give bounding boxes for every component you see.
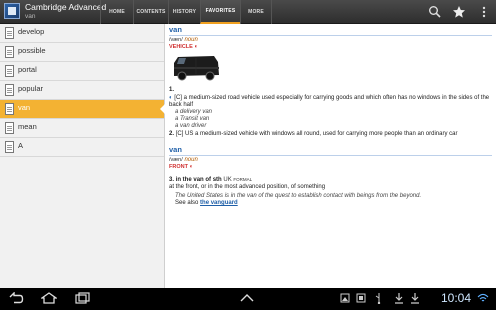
list-item-label: possible	[18, 46, 46, 55]
list-item-mean[interactable]: mean	[0, 119, 164, 138]
home-icon[interactable]	[41, 292, 57, 304]
example: a delivery van	[175, 109, 213, 115]
pronunciation: /væn/	[169, 37, 183, 43]
van-image	[174, 56, 219, 81]
headword: van	[169, 25, 182, 34]
menu-icon[interactable]	[236, 292, 258, 304]
list-item-develop[interactable]: develop	[0, 24, 164, 43]
usb-icon[interactable]	[374, 292, 384, 304]
list-item-label: popular	[18, 84, 44, 93]
list-item-van[interactable]: van	[0, 100, 165, 119]
current-word-subtitle: van	[25, 13, 36, 20]
tab-favorites[interactable]: FAVORITES	[200, 0, 240, 24]
see-also-label: See also	[175, 200, 199, 206]
back-icon[interactable]	[8, 292, 24, 304]
document-icon	[5, 65, 14, 77]
download-icon[interactable]	[394, 292, 404, 304]
wifi-icon[interactable]	[477, 292, 489, 304]
sound-icon[interactable]: ◐	[190, 164, 194, 170]
app-title: Cambridge Advanced	[25, 2, 107, 12]
document-icon	[5, 122, 14, 134]
sense-number: 3.	[169, 177, 175, 183]
list-item-a[interactable]: A	[0, 138, 164, 157]
sense-number: 1.	[169, 87, 175, 93]
pronunciation: /væn/	[169, 157, 183, 163]
list-item-label: mean	[18, 122, 37, 131]
search-icon[interactable]	[428, 5, 442, 19]
part-of-speech: noun	[184, 37, 198, 43]
sound-icon[interactable]: ◐	[195, 44, 199, 50]
definition-text: at the front, or in the most advanced po…	[169, 184, 326, 190]
app-logo-icon[interactable]	[4, 3, 20, 19]
gallery-notification-icon[interactable]	[340, 292, 350, 304]
document-icon	[5, 27, 14, 39]
tab-history[interactable]: HISTORY	[168, 0, 200, 24]
word-list: develop possible portal popular van mean…	[0, 24, 165, 288]
document-icon	[5, 84, 14, 96]
see-also-link[interactable]: the vanguard	[200, 200, 238, 206]
entry-content: van /væn/ noun VEHICLE ◐ 1. ◐ [C] a medi…	[165, 24, 496, 288]
part-of-speech: noun	[184, 157, 198, 163]
info-icon[interactable]: ◐	[169, 95, 173, 101]
definition-text: [C] a medium-sized road vehicle used esp…	[169, 95, 490, 108]
download-icon[interactable]	[410, 292, 420, 304]
document-icon	[5, 46, 14, 58]
guide-word: FRONT	[169, 164, 188, 170]
system-nav-bar: 10:04	[0, 288, 496, 310]
overflow-menu-icon[interactable]	[477, 5, 491, 19]
phrase: in the van of sth	[175, 177, 222, 183]
example: The United States is in the van of the q…	[175, 193, 422, 199]
document-icon	[5, 141, 14, 153]
guide-word: VEHICLE	[169, 44, 193, 50]
list-item-portal[interactable]: portal	[0, 62, 164, 81]
list-item-possible[interactable]: possible	[0, 43, 164, 62]
document-icon	[5, 103, 14, 115]
list-item-label: portal	[18, 65, 37, 74]
recent-apps-icon[interactable]	[74, 292, 90, 304]
headword: van	[169, 145, 182, 154]
tab-contents[interactable]: CONTENTS	[133, 0, 168, 24]
sense-number: 2.	[169, 131, 175, 137]
list-item-label: A	[18, 141, 24, 150]
tab-home[interactable]: HOME	[100, 0, 133, 24]
definition-text: [C] US a medium-sized vehicle with windo…	[175, 131, 458, 137]
example: a Transit van	[175, 116, 210, 122]
region-label: UK	[223, 177, 232, 183]
list-item-label: develop	[18, 27, 45, 36]
clock: 10:04	[440, 291, 471, 305]
star-icon[interactable]	[452, 5, 466, 19]
list-item-label: van	[18, 103, 31, 112]
tab-more[interactable]: MORE	[240, 0, 272, 24]
tab-bar: HOME CONTENTS HISTORY FAVORITES MORE	[100, 0, 272, 24]
action-bar: Cambridge Advanced van HOME CONTENTS HIS…	[0, 0, 496, 24]
list-item-popular[interactable]: popular	[0, 81, 164, 100]
example: a van driver	[175, 123, 207, 129]
screenshot-notification-icon[interactable]	[356, 292, 366, 304]
register-label: FORMAL	[233, 177, 253, 182]
